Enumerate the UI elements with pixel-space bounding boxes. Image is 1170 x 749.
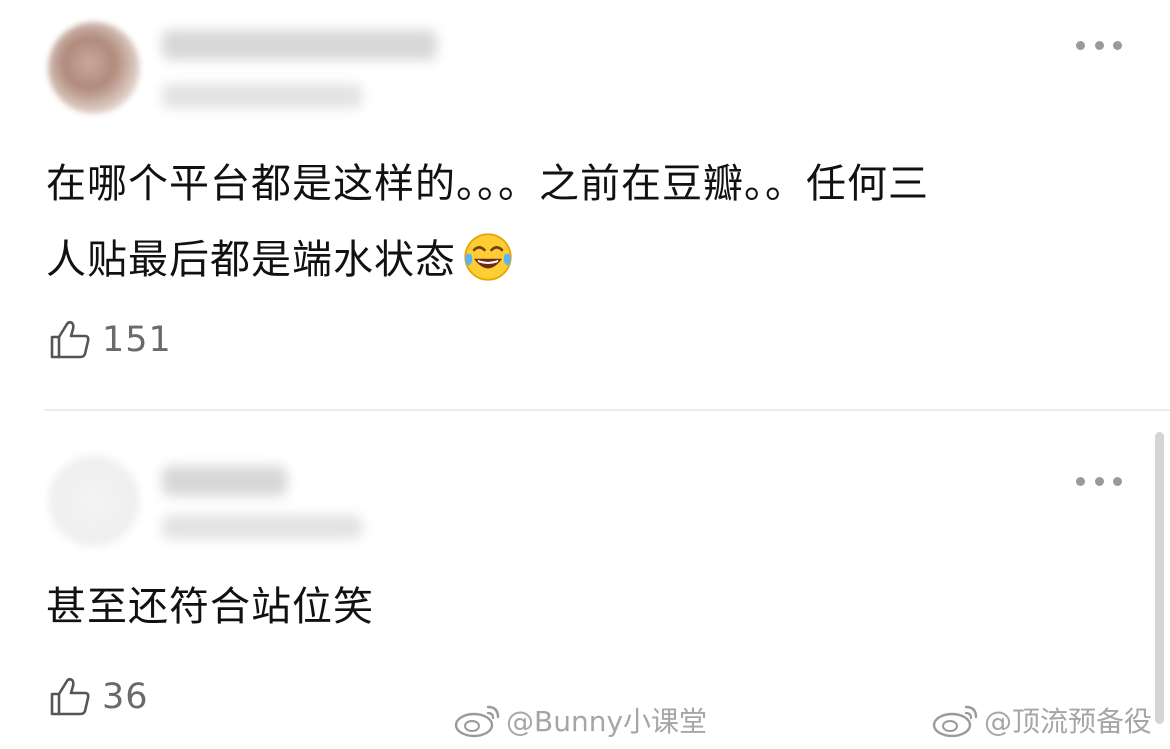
comment-meta-blurred [162, 515, 362, 539]
watermark-text: @Bunny小课堂 [506, 705, 708, 738]
more-dots-icon[interactable] [1076, 38, 1122, 52]
like-button[interactable]: 36 [48, 675, 149, 719]
more-dots-icon[interactable] [1076, 474, 1122, 488]
comment-text-line: 甚至还符合站位笑 [46, 584, 374, 630]
watermark-text: @顶流预备役 [984, 705, 1153, 738]
avatar[interactable] [48, 455, 140, 547]
comment-item: 在哪个平台都是这样的。。。之前在豆瓣。。任何三 人贴最后都是端水状态 151 [0, 0, 1170, 410]
comment-text-line-with-emoji: 人贴最后都是端水状态 [46, 222, 1110, 298]
laughing-tears-emoji [464, 233, 512, 281]
weibo-logo-icon [454, 705, 500, 738]
comment-item: 甚至还符合站位笑 36 [0, 411, 1170, 749]
like-count: 151 [102, 320, 172, 360]
watermark: @顶流预备役 [930, 700, 1152, 740]
thumb-up-icon [50, 320, 90, 359]
comment-meta-blurred [162, 84, 362, 108]
thumb-up-icon [50, 677, 90, 716]
comment-text: 在哪个平台都是这样的。。。之前在豆瓣。。任何三 人贴最后都是端水状态 [46, 146, 1110, 298]
comment-text: 甚至还符合站位笑 [46, 569, 1110, 645]
weibo-logo-icon [932, 705, 978, 738]
username-blurred[interactable] [162, 466, 287, 496]
comment-list-screen: 在哪个平台都是这样的。。。之前在豆瓣。。任何三 人贴最后都是端水状态 151 甚… [0, 0, 1170, 749]
comment-text-line: 人贴最后都是端水状态 [46, 237, 456, 283]
avatar[interactable] [48, 22, 140, 114]
username-blurred[interactable] [162, 30, 437, 60]
like-button[interactable]: 151 [48, 318, 172, 362]
scrollbar[interactable] [1155, 432, 1164, 724]
like-count: 36 [102, 677, 149, 717]
watermark: @Bunny小课堂 [452, 700, 707, 740]
comment-text-line: 在哪个平台都是这样的。。。之前在豆瓣。。任何三 [46, 161, 929, 207]
